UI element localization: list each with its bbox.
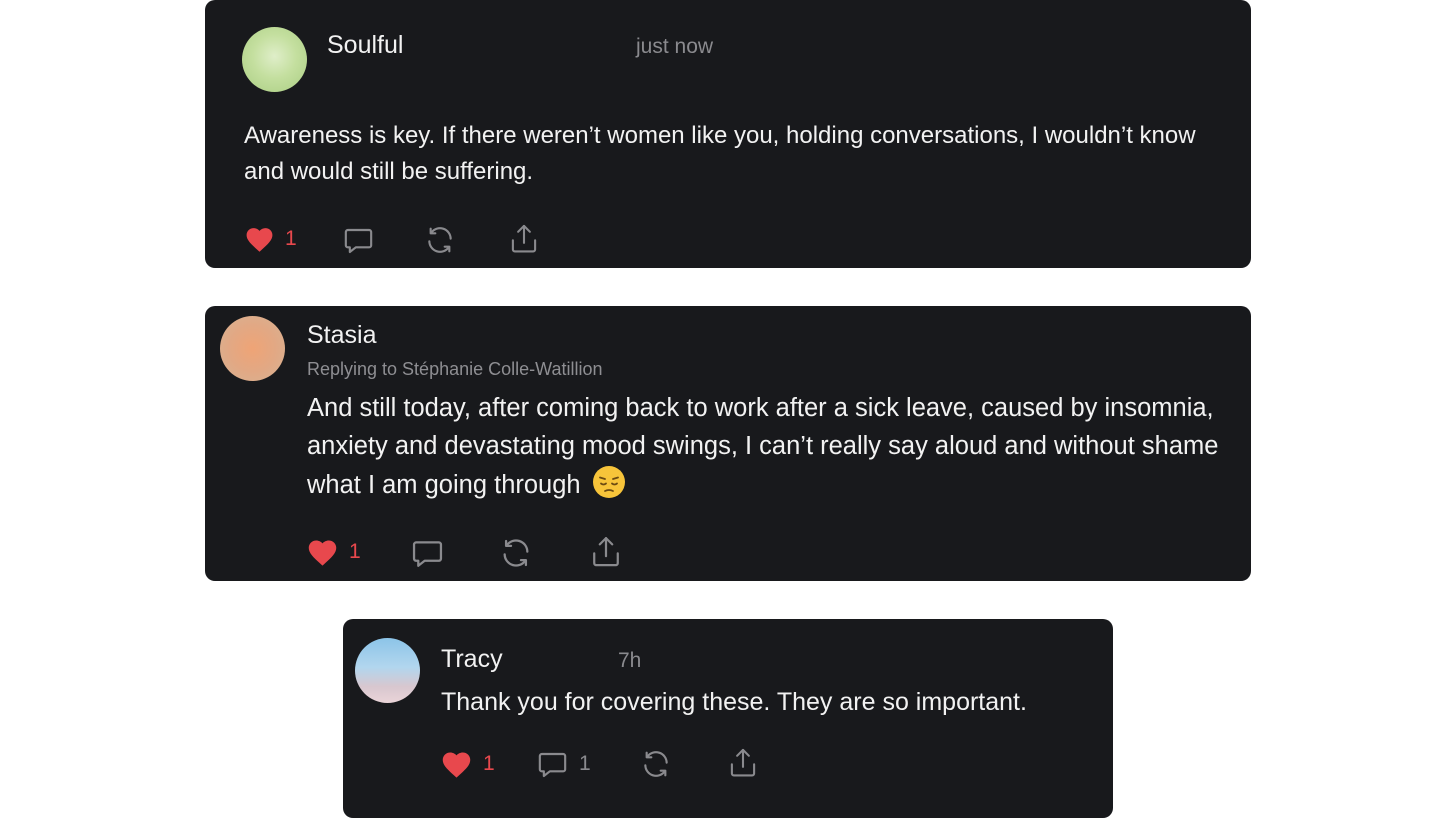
like-count: 1: [285, 226, 297, 250]
comment-card: Stasia Replying to Stéphanie Colle-Watil…: [205, 306, 1251, 581]
author-name[interactable]: Stasia: [307, 321, 376, 350]
comment-card: Soulful just now Awareness is key. If th…: [205, 0, 1251, 268]
comment-body: And still today, after coming back to wo…: [307, 389, 1242, 504]
pensive-face-icon: [592, 465, 626, 499]
share-button[interactable]: [508, 222, 540, 256]
share-button[interactable]: [589, 534, 623, 570]
share-button[interactable]: [727, 746, 759, 780]
author-name[interactable]: Tracy: [441, 645, 503, 674]
refresh-icon: [499, 536, 533, 570]
heart-icon: [306, 536, 339, 567]
comment-card: Tracy 7h Thank you for covering these. T…: [343, 619, 1113, 818]
timestamp[interactable]: just now: [636, 35, 713, 59]
comment-bubble-icon: [342, 224, 375, 256]
reply-button[interactable]: [410, 536, 445, 570]
avatar[interactable]: [242, 27, 307, 92]
comment-bubble-icon: [536, 748, 569, 780]
like-button[interactable]: 1: [440, 748, 495, 779]
comment-body: Awareness is key. If there weren’t women…: [244, 122, 1196, 185]
avatar[interactable]: [355, 638, 420, 703]
share-icon: [589, 534, 623, 570]
restack-button[interactable]: [424, 224, 456, 256]
author-name[interactable]: Soulful: [327, 31, 403, 60]
restack-button[interactable]: [640, 748, 672, 780]
like-button[interactable]: 1: [244, 224, 297, 253]
share-icon: [508, 222, 540, 256]
like-count: 1: [349, 539, 361, 563]
refresh-icon: [424, 224, 456, 256]
share-icon: [727, 746, 759, 780]
heart-icon: [440, 748, 473, 779]
reply-count: 1: [579, 752, 591, 775]
refresh-icon: [640, 748, 672, 780]
comment-text: And still today, after coming back to wo…: [307, 394, 1219, 499]
restack-button[interactable]: [499, 536, 533, 570]
comment-bubble-icon: [410, 536, 445, 570]
avatar[interactable]: [220, 316, 285, 381]
like-count: 1: [483, 751, 495, 775]
replying-to-label[interactable]: Replying to Stéphanie Colle-Watillion: [307, 359, 603, 380]
timestamp[interactable]: 7h: [618, 649, 641, 673]
reply-button[interactable]: 1: [536, 748, 591, 780]
reply-button[interactable]: [342, 224, 375, 256]
comment-body: Thank you for covering these. They are s…: [441, 688, 1027, 716]
heart-icon: [244, 224, 275, 253]
like-button[interactable]: 1: [306, 536, 361, 567]
